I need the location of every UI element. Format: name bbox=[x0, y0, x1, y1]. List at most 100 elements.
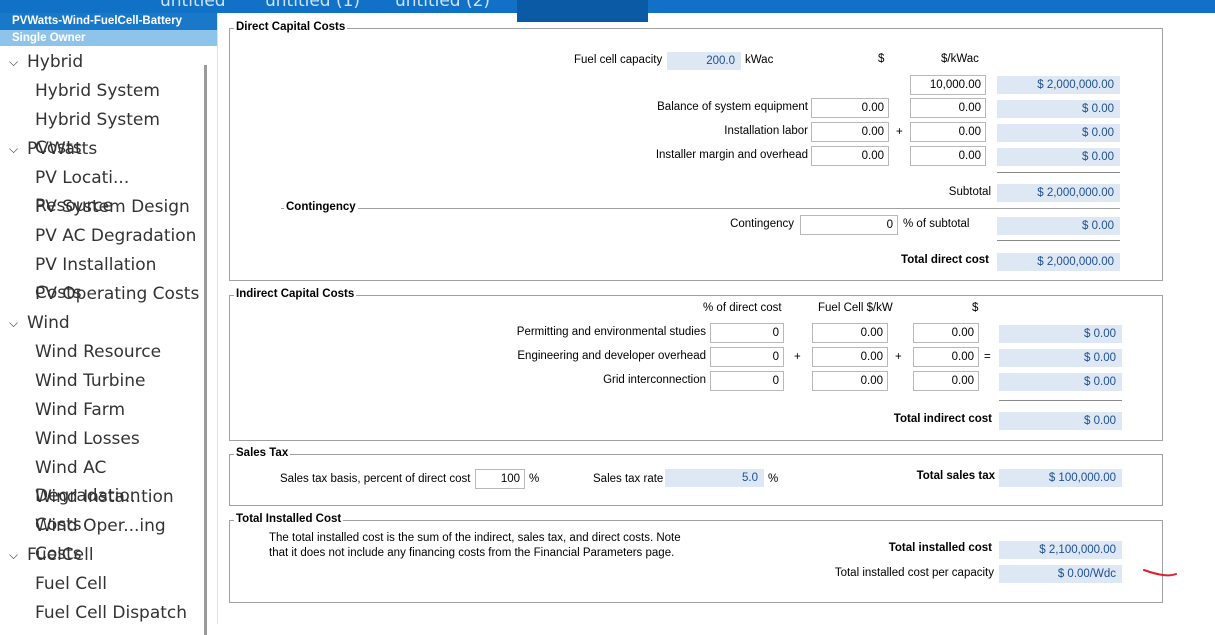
sales-tax-basis-input[interactable]: 100 bbox=[475, 469, 525, 489]
total-installed-note-line2: that it does not include any financing c… bbox=[269, 547, 675, 559]
col-per-kwac-header: $/kWac bbox=[941, 53, 979, 65]
contingency-input[interactable]: 0 bbox=[800, 215, 898, 235]
indirect-total-rule bbox=[999, 400, 1122, 401]
subtotal-value: $ 2,000,000.00 bbox=[997, 184, 1120, 202]
sidebar-group-hybrid[interactable]: ⌵ Hybrid bbox=[0, 48, 205, 76]
installation-labor-per-kwac-input[interactable]: 0.00 bbox=[910, 122, 986, 142]
bos-equipment-total: $ 0.00 bbox=[997, 100, 1120, 118]
total-installed-cost-value: $ 2,100,000.00 bbox=[999, 541, 1122, 559]
chevron-down-icon[interactable]: ⌵ bbox=[9, 135, 18, 163]
permitting-percent-input[interactable]: 0 bbox=[710, 323, 784, 343]
sidebar-item-hybrid-system[interactable]: Hybrid System bbox=[0, 77, 205, 105]
plus-sign: + bbox=[896, 126, 903, 138]
sidebar-item-label: Hybrid System bbox=[35, 81, 160, 101]
grid-interconnection-percent-input[interactable]: 0 bbox=[710, 371, 784, 391]
fuel-cell-cost-per-kwac-input[interactable]: 10,000.00 bbox=[910, 75, 986, 95]
subtotal-label: Subtotal bbox=[948, 186, 991, 198]
tab-untitled[interactable]: untitled bbox=[160, 0, 226, 11]
sidebar-item-label: Wind bbox=[27, 313, 70, 333]
sales-tax-rate-label: Sales tax rate bbox=[593, 473, 664, 485]
equals-sign: = bbox=[984, 351, 991, 363]
total-installed-cost-label: Total installed cost bbox=[888, 542, 992, 554]
sidebar-item-label: PV Operating Costs bbox=[35, 284, 200, 304]
tab-active[interactable] bbox=[517, 0, 648, 22]
sidebar-item-label: PV System Design bbox=[35, 197, 190, 217]
sales-tax-rate-value: 5.0 bbox=[665, 469, 764, 487]
financial-model-label[interactable]: Single Owner bbox=[0, 30, 218, 46]
total-installed-note-line1: The total installed cost is the sum of t… bbox=[269, 532, 681, 544]
engineering-dollar-input[interactable]: 0.00 bbox=[913, 347, 979, 367]
sidebar-item-wind-insta-tion-costs[interactable]: Wind Insta...tion Costs bbox=[0, 483, 205, 535]
permitting-dollar-input[interactable]: 0.00 bbox=[913, 323, 979, 343]
installation-labor-total: $ 0.00 bbox=[997, 124, 1120, 142]
sidebar-item-label: Wind Turbine bbox=[35, 371, 146, 391]
sidebar-item-hybrid-system-costs[interactable]: Hybrid System Costs bbox=[0, 106, 205, 158]
tab-untitled-2[interactable]: untitled (2) bbox=[395, 0, 490, 11]
sidebar-group-fuelcell[interactable]: ⌵ FuelCell bbox=[0, 541, 205, 569]
sidebar-item-pv-ac-degradation[interactable]: PV AC Degradation bbox=[0, 222, 205, 250]
sidebar-item-label: Wind Resource bbox=[35, 342, 162, 362]
sidebar-scrollbar[interactable] bbox=[204, 65, 207, 635]
sidebar-item-label: Wind Losses bbox=[35, 429, 140, 449]
grid-interconnection-fc-per-kw-input[interactable]: 0.00 bbox=[812, 371, 888, 391]
engineering-total: $ 0.00 bbox=[999, 349, 1122, 367]
document-tab-bar: untitled untitled (1) untitled (2) bbox=[0, 0, 1215, 22]
contingency-total: $ 0.00 bbox=[997, 217, 1120, 235]
sidebar-item-wind-losses[interactable]: Wind Losses bbox=[0, 425, 205, 453]
subtotal-rule bbox=[997, 172, 1120, 173]
bos-equipment-per-kwac-input[interactable]: 0.00 bbox=[910, 98, 986, 118]
grid-interconnection-label: Grid interconnection bbox=[603, 374, 706, 386]
total-installed-cost-per-capacity-value: $ 0.00/Wdc bbox=[999, 565, 1122, 583]
col-dollar-header: $ bbox=[972, 302, 979, 314]
installer-margin-total: $ 0.00 bbox=[997, 148, 1120, 166]
permitting-label: Permitting and environmental studies bbox=[516, 326, 706, 338]
sidebar-item-label: PV AC Degradation bbox=[35, 226, 197, 246]
chevron-down-icon[interactable]: ⌵ bbox=[9, 541, 18, 569]
chevron-down-icon[interactable]: ⌵ bbox=[9, 309, 18, 337]
installation-labor-dollar-input[interactable]: 0.00 bbox=[811, 122, 889, 142]
total-direct-cost-label: Total direct cost bbox=[901, 254, 989, 266]
fuel-cell-capacity-value: 200.0 bbox=[667, 52, 741, 70]
case-title[interactable]: PVWatts-Wind-FuelCell-Battery bbox=[0, 13, 218, 30]
panel-title: Total Installed Cost bbox=[234, 513, 344, 525]
sidebar-item-wind-farm[interactable]: Wind Farm bbox=[0, 396, 205, 424]
installation-labor-label: Installation labor bbox=[724, 125, 808, 137]
panel-title: Direct Capital Costs bbox=[234, 21, 348, 33]
panel-title: Indirect Capital Costs bbox=[234, 288, 357, 300]
sidebar-item-fuel-cell[interactable]: Fuel Cell bbox=[0, 570, 205, 598]
sidebar-item-pv-installation-costs[interactable]: PV Installation Costs bbox=[0, 251, 205, 303]
sales-tax-rate-unit: % bbox=[768, 473, 779, 485]
contingency-group-line bbox=[281, 208, 1120, 209]
grid-interconnection-dollar-input[interactable]: 0.00 bbox=[913, 371, 979, 391]
sidebar-item-wind-turbine[interactable]: Wind Turbine bbox=[0, 367, 205, 395]
chevron-down-icon[interactable]: ⌵ bbox=[9, 48, 18, 76]
sidebar-item-pv-operating-costs[interactable]: PV Operating Costs bbox=[0, 280, 205, 308]
sidebar-item-label: PVWatts bbox=[27, 139, 98, 159]
sidebar-item-wind-ac-degradation[interactable]: Wind AC Degradation bbox=[0, 454, 205, 506]
plus-sign: + bbox=[895, 351, 902, 363]
fuel-cell-cost-total: $ 2,000,000.00 bbox=[997, 76, 1120, 94]
installer-margin-dollar-input[interactable]: 0.00 bbox=[811, 146, 889, 166]
sidebar-item-pv-system-design[interactable]: PV System Design bbox=[0, 193, 205, 221]
plus-sign: + bbox=[794, 351, 801, 363]
installer-margin-per-kwac-input[interactable]: 0.00 bbox=[910, 146, 986, 166]
tab-untitled-1[interactable]: untitled (1) bbox=[265, 0, 360, 11]
col-fuel-cell-per-kw-header: Fuel Cell $/kW bbox=[818, 302, 893, 314]
bos-equipment-dollar-input[interactable]: 0.00 bbox=[811, 98, 889, 118]
col-dollar-header: $ bbox=[878, 53, 885, 65]
engineering-fc-per-kw-input[interactable]: 0.00 bbox=[812, 347, 888, 367]
sidebar-item-label: Hybrid bbox=[27, 52, 84, 72]
direct-total-rule bbox=[997, 240, 1120, 241]
sidebar-item-wind-oper-ing-costs[interactable]: Wind Oper...ing Costs bbox=[0, 512, 205, 564]
sidebar-item-label: FuelCell bbox=[27, 545, 94, 565]
sidebar-group-pvwatts[interactable]: ⌵ PVWatts bbox=[0, 135, 205, 163]
capacity-unit: kWac bbox=[745, 54, 774, 66]
sidebar-item-label: Fuel Cell bbox=[35, 574, 107, 594]
permitting-fc-per-kw-input[interactable]: 0.00 bbox=[812, 323, 888, 343]
sidebar-item-fuel-cell-dispatch[interactable]: Fuel Cell Dispatch bbox=[0, 599, 205, 627]
total-direct-cost-value: $ 2,000,000.00 bbox=[997, 253, 1120, 271]
sidebar-group-wind[interactable]: ⌵ Wind bbox=[0, 309, 205, 337]
sidebar-item-pv-locati-resource[interactable]: PV Locati... Resource bbox=[0, 164, 205, 216]
engineering-percent-input[interactable]: 0 bbox=[710, 347, 784, 367]
sidebar-item-wind-resource[interactable]: Wind Resource bbox=[0, 338, 205, 366]
